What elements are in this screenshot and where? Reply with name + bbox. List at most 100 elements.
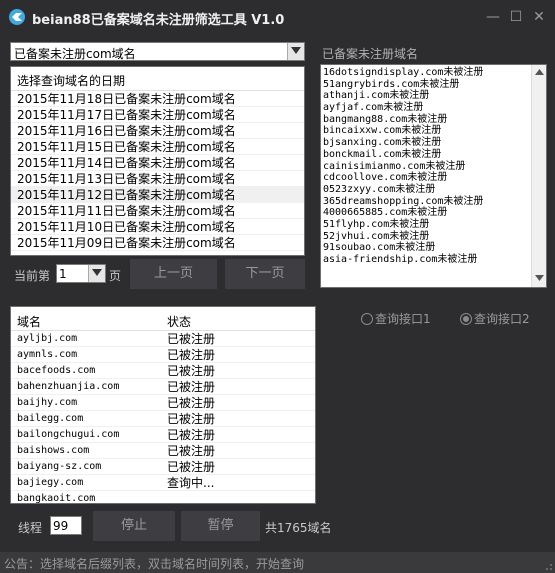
status-cell: 已被注册: [167, 396, 216, 410]
domain-suffix-select[interactable]: 已备案未注册com域名: [10, 42, 305, 61]
status-cell: 已被注册: [167, 332, 216, 346]
result-line: cainisimianmo.com未被注册: [323, 160, 466, 172]
radio-on-icon: [460, 313, 472, 325]
stop-button[interactable]: 停止: [93, 511, 175, 541]
maximize-button[interactable]: ☐: [507, 8, 525, 26]
window-title: beian88已备案域名未注册筛选工具 V1.0: [32, 13, 285, 28]
results-textarea[interactable]: 16dotsigndisplay.com未被注册 51angrybirds.co…: [320, 64, 547, 288]
result-line: athanji.com未被注册: [323, 90, 430, 102]
domain-cell: bailegg.com: [17, 413, 84, 424]
result-line: 16dotsigndisplay.com未被注册: [323, 67, 484, 78]
list-item[interactable]: 2015年11月17日已备案未注册com域名: [11, 107, 304, 123]
list-item-selected[interactable]: 2015年11月12日已备案未注册com域名: [11, 187, 304, 203]
status-cell: 已被注册: [167, 380, 216, 394]
result-line: bonckmail.com未被注册: [323, 148, 442, 160]
domain-cell: bangkaoit.com: [17, 493, 96, 504]
domain-cell: ayljbj.com: [17, 333, 78, 344]
chevron-down-icon[interactable]: [287, 43, 304, 60]
status-cell: 已被注册: [167, 444, 216, 458]
chevron-down-icon[interactable]: [88, 265, 105, 282]
domain-cell: bajiegy.com: [17, 477, 84, 488]
vertical-scrollbar[interactable]: [531, 65, 546, 287]
results-lines: 16dotsigndisplay.com未被注册 51angrybirds.co…: [321, 65, 546, 266]
status-cell: 已被注册: [167, 460, 216, 474]
total-count-label: 共1765域名: [265, 521, 332, 535]
table-header: 域名 状态: [11, 307, 315, 331]
domain-cell: bailongchugui.com: [17, 429, 120, 440]
pause-button[interactable]: 暂停: [181, 511, 260, 541]
page-select[interactable]: 1: [56, 264, 106, 283]
page-suffix-label: 页: [109, 269, 122, 283]
column-header-domain[interactable]: 域名: [17, 313, 41, 330]
result-line: cdcoollove.com未被注册: [323, 172, 448, 184]
status-text: 公告：选择域名后缀列表，双击域名时间列表，开始查询: [4, 557, 305, 571]
status-cell: 已被注册: [167, 364, 216, 378]
table-row[interactable]: aymnls.com 已被注册: [11, 347, 315, 363]
table-row[interactable]: bailegg.com 已被注册: [11, 411, 315, 427]
result-line: 91soubao.com未被注册: [323, 242, 436, 254]
result-line: 51angrybirds.com未被注册: [323, 78, 460, 90]
table-row[interactable]: baijhy.com 已被注册: [11, 395, 315, 411]
next-page-button[interactable]: 下一页: [225, 259, 305, 289]
api-option-2-radio[interactable]: 查询接口2: [460, 310, 530, 327]
status-cell: 查询中...: [167, 476, 215, 490]
thread-label: 线程: [18, 521, 43, 535]
domain-status-table[interactable]: 域名 状态 ayljbj.com 已被注册 aymnls.com 已被注册 bace…: [10, 306, 316, 504]
domain-cell: baiyang-sz.com: [17, 461, 102, 472]
domain-cell: bahenzhuanjia.com: [17, 381, 120, 392]
status-cell: 已被注册: [167, 412, 216, 426]
results-label: 已备案未注册域名: [322, 47, 419, 61]
table-row[interactable]: baiyang-sz.com 已被注册: [11, 459, 315, 475]
list-item[interactable]: 2015年11月13日已备案未注册com域名: [11, 171, 304, 187]
result-line: 365dreamshopping.com未被注册: [323, 195, 484, 207]
resize-grip-icon[interactable]: [543, 561, 553, 571]
domain-cell: baijhy.com: [17, 397, 78, 408]
result-line: asia-friendship.com未被注册: [323, 254, 478, 265]
domain-cell: aymnls.com: [17, 349, 78, 360]
thread-count-input[interactable]: 99: [50, 516, 82, 535]
date-list-header: 选择查询域名的日期: [11, 67, 304, 91]
list-item[interactable]: 2015年11月10日已备案未注册com域名: [11, 219, 304, 235]
result-line: 51flyhp.com未被注册: [323, 218, 430, 230]
table-row[interactable]: bajiegy.com 查询中...: [11, 475, 315, 491]
result-line: ayfjaf.com未被注册: [323, 102, 424, 114]
status-bar: 公告：选择域名后缀列表，双击域名时间列表，开始查询: [0, 552, 555, 573]
table-row[interactable]: bangkaoit.com: [11, 491, 315, 504]
status-cell: 已被注册: [167, 428, 216, 442]
result-line: bincaixxw.com未被注册: [323, 125, 442, 137]
api-option-1-radio[interactable]: 查询接口1: [361, 310, 431, 327]
result-line: 52jvhui.com未被注册: [323, 230, 430, 242]
table-row[interactable]: baishows.com 已被注册: [11, 443, 315, 459]
result-line: bangmang88.com未被注册: [323, 113, 448, 125]
close-button[interactable]: ✕: [530, 8, 548, 26]
list-item[interactable]: 2015年11月09日已备案未注册com域名: [11, 235, 304, 251]
date-list[interactable]: 选择查询域名的日期 2015年11月18日已备案未注册com域名 2015年11…: [10, 66, 305, 256]
result-line: 4000665885.com未被注册: [323, 207, 448, 219]
list-item[interactable]: 2015年11月14日已备案未注册com域名: [11, 155, 304, 171]
api-option-1-label: 查询接口1: [375, 312, 431, 326]
list-item[interactable]: 2015年11月11日已备案未注册com域名: [11, 203, 304, 219]
radio-off-icon: [361, 313, 373, 325]
table-row[interactable]: ayljbj.com 已被注册: [11, 331, 315, 347]
title-bar: beian88已备案域名未注册筛选工具 V1.0 — ☐ ✕: [0, 0, 555, 34]
status-cell: 已被注册: [167, 348, 216, 362]
result-line: 0523zxyy.com未被注册: [323, 183, 436, 195]
scroll-up-icon[interactable]: [535, 69, 544, 75]
domain-cell: bacefoods.com: [17, 365, 96, 376]
list-item[interactable]: 2015年11月15日已备案未注册com域名: [11, 139, 304, 155]
current-page-label: 当前第: [14, 269, 51, 283]
table-row[interactable]: bailongchugui.com 已被注册: [11, 427, 315, 443]
domain-suffix-value: 已备案未注册com域名: [14, 47, 136, 61]
app-logo-icon: [8, 8, 26, 26]
column-header-status[interactable]: 状态: [167, 313, 191, 330]
table-row[interactable]: bacefoods.com 已被注册: [11, 363, 315, 379]
api-option-2-label: 查询接口2: [474, 312, 530, 326]
scroll-down-icon[interactable]: [535, 275, 544, 281]
page-value: 1: [59, 267, 67, 281]
minimize-button[interactable]: —: [484, 8, 502, 26]
prev-page-button[interactable]: 上一页: [130, 259, 217, 289]
table-row[interactable]: bahenzhuanjia.com 已被注册: [11, 379, 315, 395]
list-item[interactable]: 2015年11月18日已备案未注册com域名: [11, 91, 304, 107]
domain-cell: baishows.com: [17, 445, 90, 456]
list-item[interactable]: 2015年11月16日已备案未注册com域名: [11, 123, 304, 139]
